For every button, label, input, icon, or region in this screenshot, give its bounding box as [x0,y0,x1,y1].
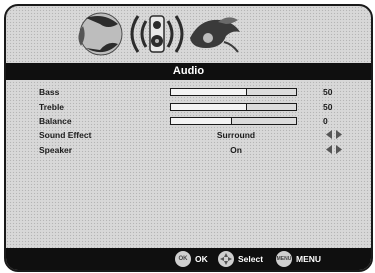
left-right-arrows-icon[interactable] [326,145,342,154]
tab-setup[interactable] [178,8,252,60]
bass-row[interactable]: Bass 50 [6,86,371,98]
speaker-label: Speaker [39,145,73,155]
ok-hint: OK OK [175,251,208,267]
menu-button-icon: MENU [276,251,292,267]
treble-label: Treble [39,102,65,112]
menu-hint: MENU MENU [276,251,321,267]
balance-slider[interactable] [170,117,297,125]
treble-slider-fill [171,104,247,110]
speaker-value: On [230,145,242,155]
select-hint: Select [218,251,263,267]
treble-row[interactable]: Treble 50 [6,101,371,113]
ok-hint-label: OK [195,254,208,264]
select-hint-label: Select [238,254,264,264]
sound-effect-value: Surround [216,130,256,140]
left-right-arrows-icon[interactable] [326,130,342,139]
osd-menu-frame: Audio Bass 50 Treble 50 Balance 0 Sound … [4,4,373,272]
bass-value: 50 [323,87,333,97]
ok-button-icon: OK [175,251,191,267]
bass-slider[interactable] [170,88,297,96]
balance-value: 0 [323,116,328,126]
sound-effect-row[interactable]: Sound Effect Surround [6,129,371,141]
bass-slider-fill [171,89,247,95]
treble-slider[interactable] [170,103,297,111]
bass-label: Bass [39,87,60,97]
treble-value: 50 [323,102,333,112]
sound-effect-label: Sound Effect [39,130,92,140]
page-title: Audio [6,63,371,80]
speaker-row[interactable]: Speaker On [6,144,371,156]
balance-row[interactable]: Balance 0 [6,115,371,127]
navigation-pad-icon [218,251,234,267]
footer-hint-bar: OK OK Select MENU MENU [6,248,371,270]
tab-bar [6,6,371,62]
setup-icon [190,17,240,53]
balance-label: Balance [39,116,72,126]
menu-hint-label: MENU [296,254,322,264]
balance-slider-fill [171,118,232,124]
